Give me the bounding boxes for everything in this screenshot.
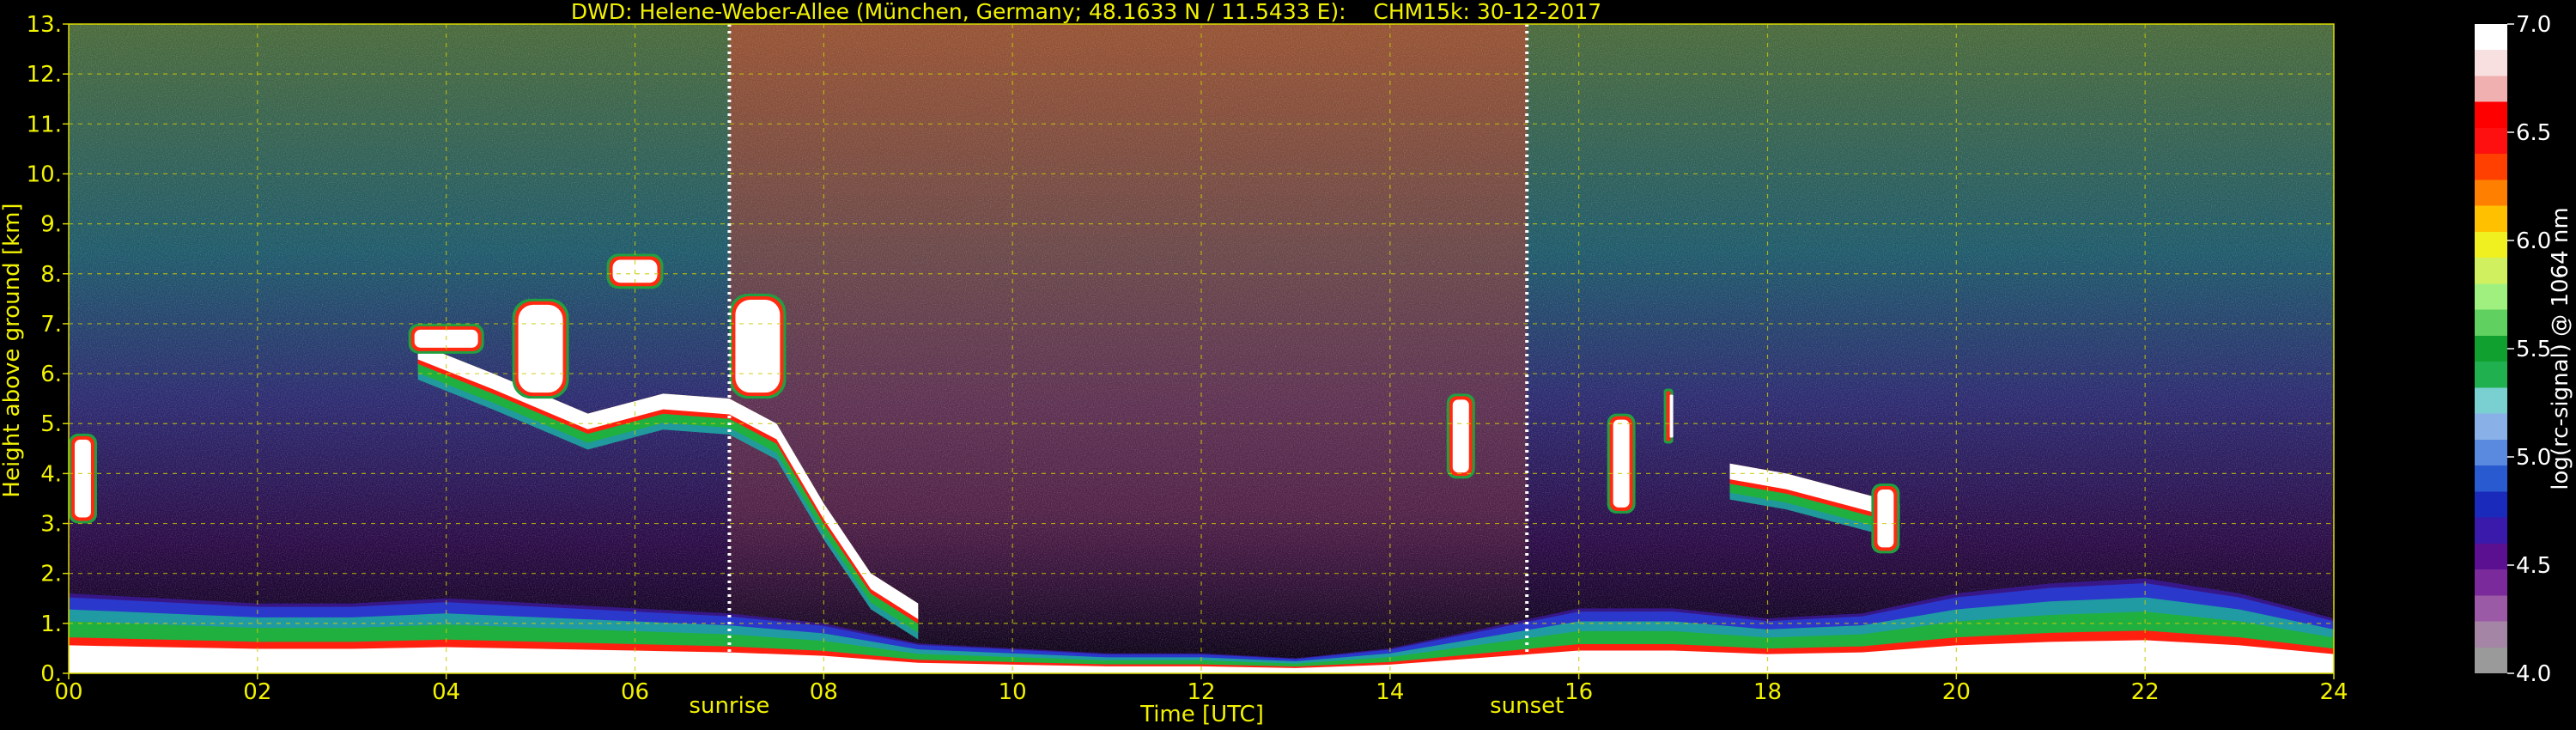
y-tick-label: 0. (40, 661, 62, 687)
x-tick-label: 06 (621, 679, 649, 705)
colorbar-tick-label: 5.5 (2516, 337, 2551, 362)
colorbar (2475, 24, 2507, 673)
x-tick-label: 22 (2131, 679, 2160, 705)
y-tick-label: 13. (27, 12, 62, 38)
y-tick-label: 7. (40, 312, 62, 338)
y-tick-label: 2. (40, 562, 62, 587)
plot-area (69, 24, 2334, 673)
colorbar-tick-label: 6.5 (2516, 120, 2551, 146)
cloud-core (735, 300, 781, 393)
x-tick-label: 02 (243, 679, 271, 705)
y-tick-label: 12. (27, 62, 62, 88)
cloud (512, 298, 569, 399)
colorbar-tick-label: 6.0 (2516, 228, 2551, 254)
colorbar-tick-label: 5.0 (2516, 445, 2551, 471)
y-axis-label: Height above ground [km] (0, 203, 25, 497)
x-tick-label: 04 (432, 679, 460, 705)
y-tick-label: 6. (40, 362, 62, 387)
cloud (1871, 484, 1900, 554)
cloud (1663, 388, 1674, 444)
y-axis-ticks: 0. 1. 2. 3. 4. 5. 6. 7. 8. 9. 10. 11. 12. 13. (27, 12, 69, 687)
cloud (1446, 393, 1475, 479)
y-tick-label: 8. (40, 262, 62, 288)
y-tick-label: 4. (40, 461, 62, 487)
x-tick-label: 24 (2319, 679, 2348, 705)
x-axis-ticks: 00 02 04 06 08 10 12 14 16 18 20 22 24 (54, 673, 2348, 705)
x-tick-label: 18 (1753, 679, 1782, 705)
x-axis-label: Time [UTC] (1139, 702, 1264, 727)
cloud (69, 433, 97, 524)
sun-marker-label: sunset (1490, 693, 1564, 719)
cloud-core (1669, 394, 1674, 438)
colorbar-ticks: 4.0 4.5 5.0 5.5 6.0 6.5 7.0 (2507, 12, 2551, 687)
cloud-core (1877, 490, 1894, 548)
cloud-core (1452, 399, 1469, 473)
cloud (1607, 413, 1636, 514)
x-tick-label: 14 (1376, 679, 1404, 705)
x-tick-label: 10 (999, 679, 1027, 705)
cloud-core (75, 439, 91, 518)
colorbar-tick-label: 4.5 (2516, 553, 2551, 579)
chart-title: DWD: Helene-Weber-Allee (München, German… (571, 0, 1601, 24)
x-tick-label: 08 (810, 679, 838, 705)
y-tick-label: 3. (40, 512, 62, 538)
y-tick-label: 11. (27, 112, 62, 137)
sun-marker-label: sunrise (689, 693, 769, 719)
ceilometer-figure: 00 02 04 06 08 10 12 14 16 18 20 22 24 0.1.2.3.4.5.6… (0, 0, 2573, 727)
y-tick-label: 5. (40, 411, 62, 437)
x-tick-label: 20 (1942, 679, 1971, 705)
y-tick-label: 9. (40, 212, 62, 238)
colorbar-tick-label: 4.0 (2516, 661, 2551, 687)
y-tick-label: 10. (27, 161, 62, 187)
colorbar-tick-label: 7.0 (2516, 12, 2551, 38)
cloud-core (518, 304, 563, 393)
x-tick-label: 16 (1564, 679, 1593, 705)
cloud (729, 294, 787, 399)
y-tick-label: 1. (40, 611, 62, 637)
cloud-core (1613, 419, 1630, 508)
colorbar-label: log(rc-signal) @ 1064 nm (2548, 207, 2573, 490)
